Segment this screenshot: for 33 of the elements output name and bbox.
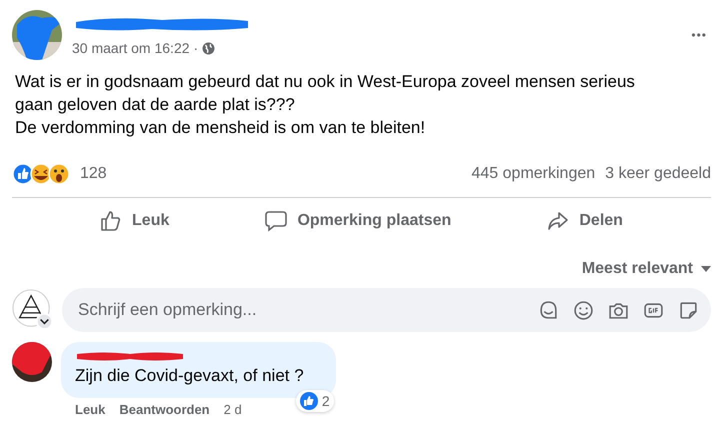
post-text: Wat is er in godsnaam gebeurd dat nu ook in West-Europa zoveel mensen serieus gaan geloven dat de aarde plat is???	[15, 71, 636, 116]
comment-time[interactable]: 2 d	[224, 402, 242, 417]
commenter-avatar[interactable]	[12, 342, 52, 382]
sort-dropdown[interactable]: Meest relevant	[582, 256, 711, 282]
emoji-icon[interactable]	[573, 300, 594, 320]
caret-icon	[701, 266, 711, 272]
action-button[interactable]: Opmerking plaatsen	[255, 204, 462, 238]
post-date[interactable]: 30 maart om 16:22	[72, 40, 190, 56]
comment-text: Zijn die Covid-gevaxt, of niet ?	[75, 366, 304, 386]
like-icon	[300, 392, 318, 410]
action-button[interactable]: Delen	[537, 204, 633, 238]
separator: ·	[194, 40, 198, 56]
action-button[interactable]: Leuk	[90, 204, 180, 238]
comment-field[interactable]: Schrijf een opmerking...	[62, 288, 711, 332]
reaction-count[interactable]: 128	[80, 165, 107, 183]
comment-input[interactable]: Schrijf een opmerking...	[76, 299, 524, 321]
more-button[interactable]: •••	[687, 24, 711, 46]
share-arrow-icon	[547, 210, 570, 232]
comment-count[interactable]: 445 opmerkingen	[472, 165, 596, 183]
comment-action[interactable]: Leuk	[75, 402, 106, 417]
globe-icon	[202, 42, 216, 54]
sticker-icon[interactable]	[678, 300, 699, 320]
share-count[interactable]: 3 keer gedeeld	[605, 165, 711, 183]
comment-action[interactable]: Beantwoorden	[119, 402, 210, 417]
post-text: De verdomming van de mensheid is om van te bleiten!	[15, 117, 426, 139]
profile-avatar[interactable]	[12, 289, 54, 331]
reactions-icon[interactable]	[12, 163, 70, 185]
like-count-badge[interactable]: 2	[296, 390, 334, 412]
thumbs-up-icon	[100, 210, 122, 232]
avatar[interactable]	[12, 10, 62, 60]
speech-bubble-icon	[265, 210, 288, 232]
avatar-sticker-icon[interactable]	[538, 300, 559, 320]
like-count: 2	[322, 393, 330, 409]
